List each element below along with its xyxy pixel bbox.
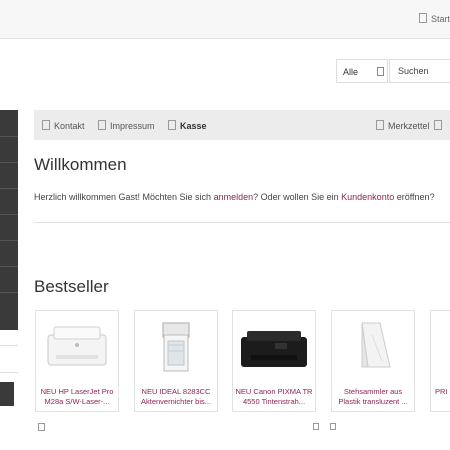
- product-card[interactable]: Stehsammler aus Plastik transluzent ...: [331, 310, 415, 412]
- contact-icon: [42, 120, 50, 130]
- product-image-shredder: [135, 315, 217, 375]
- start-label: Start: [430, 14, 450, 24]
- product-card[interactable]: NEU IDEAL 8283CC Aktenvernichter bis...: [134, 310, 218, 412]
- sidebar-divider: [0, 372, 18, 373]
- nav-wishlist-label: Merkzettel: [388, 121, 430, 131]
- nav-checkout[interactable]: Kasse: [168, 120, 207, 131]
- sidebar-divider: [0, 188, 18, 189]
- slider-prev-icon[interactable]: [38, 423, 45, 431]
- create-account-link[interactable]: Kundenkonto: [341, 192, 394, 202]
- welcome-text: Herzlich willkommen Gast! Möchten Sie si…: [34, 192, 435, 202]
- sidebar-divider: [0, 345, 18, 346]
- start-link[interactable]: Start: [418, 13, 450, 24]
- search-category-select[interactable]: Alle: [336, 59, 388, 83]
- nav-contact[interactable]: Kontakt: [42, 120, 85, 131]
- sidebar-divider: [0, 240, 18, 241]
- product-name[interactable]: NEU IDEAL 8283CC Aktenvernichter bis...: [137, 387, 215, 407]
- nav-contact-label: Kontakt: [54, 121, 85, 131]
- divider: [34, 222, 450, 223]
- product-image-magazine-file: [332, 315, 414, 375]
- search-input[interactable]: [389, 59, 450, 83]
- sidebar: [0, 110, 18, 330]
- top-bar: Start: [0, 0, 450, 39]
- login-link[interactable]: anmelden: [214, 192, 254, 202]
- sidebar-button[interactable]: [0, 382, 14, 406]
- slider-dot-icon[interactable]: [313, 423, 319, 430]
- cart-icon: [168, 120, 176, 130]
- chevron-down-icon: [377, 67, 384, 76]
- search-category-label: Alle: [343, 67, 359, 77]
- chevron-down-icon: [434, 120, 443, 130]
- nav-imprint-label: Impressum: [110, 121, 155, 131]
- content-navbar: Kontakt Impressum Kasse Merkzettel: [34, 110, 450, 140]
- welcome-text-part: Herzlich willkommen Gast! Möchten Sie si…: [34, 192, 214, 202]
- home-icon: [418, 13, 427, 23]
- sidebar-divider: [0, 266, 18, 267]
- welcome-title: Willkommen: [34, 155, 127, 174]
- product-card[interactable]: NEU Canon PIXMA TR 4550 Tintenstrah...: [232, 310, 316, 412]
- welcome-text-part: ? Oder wollen Sie ein: [253, 192, 342, 202]
- product-name[interactable]: NEU HP LaserJet Pro M28a S/W-Laser-...: [38, 387, 116, 407]
- wishlist-icon: [376, 120, 384, 130]
- product-name[interactable]: Stehsammler aus Plastik transluzent ...: [334, 387, 412, 407]
- nav-wishlist[interactable]: Merkzettel: [376, 120, 446, 131]
- info-icon: [98, 120, 106, 130]
- sidebar-divider: [0, 214, 18, 215]
- product-card[interactable]: NEU HP LaserJet Pro M28a S/W-Laser-...: [35, 310, 119, 412]
- product-name[interactable]: PRI: [435, 387, 448, 407]
- product-name[interactable]: NEU Canon PIXMA TR 4550 Tintenstrah...: [235, 387, 313, 407]
- sidebar-divider: [0, 162, 18, 163]
- slider-dot-icon[interactable]: [330, 423, 336, 430]
- nav-imprint[interactable]: Impressum: [98, 120, 155, 131]
- nav-checkout-label: Kasse: [180, 121, 207, 131]
- product-card[interactable]: PRI: [430, 310, 450, 412]
- product-image-laser-printer: [36, 315, 118, 375]
- sidebar-divider: [0, 136, 18, 137]
- product-image-inkjet-printer: [233, 315, 315, 375]
- bestseller-title: Bestseller: [34, 277, 109, 296]
- sidebar-divider: [0, 292, 18, 293]
- welcome-text-part: eröffnen?: [394, 192, 435, 202]
